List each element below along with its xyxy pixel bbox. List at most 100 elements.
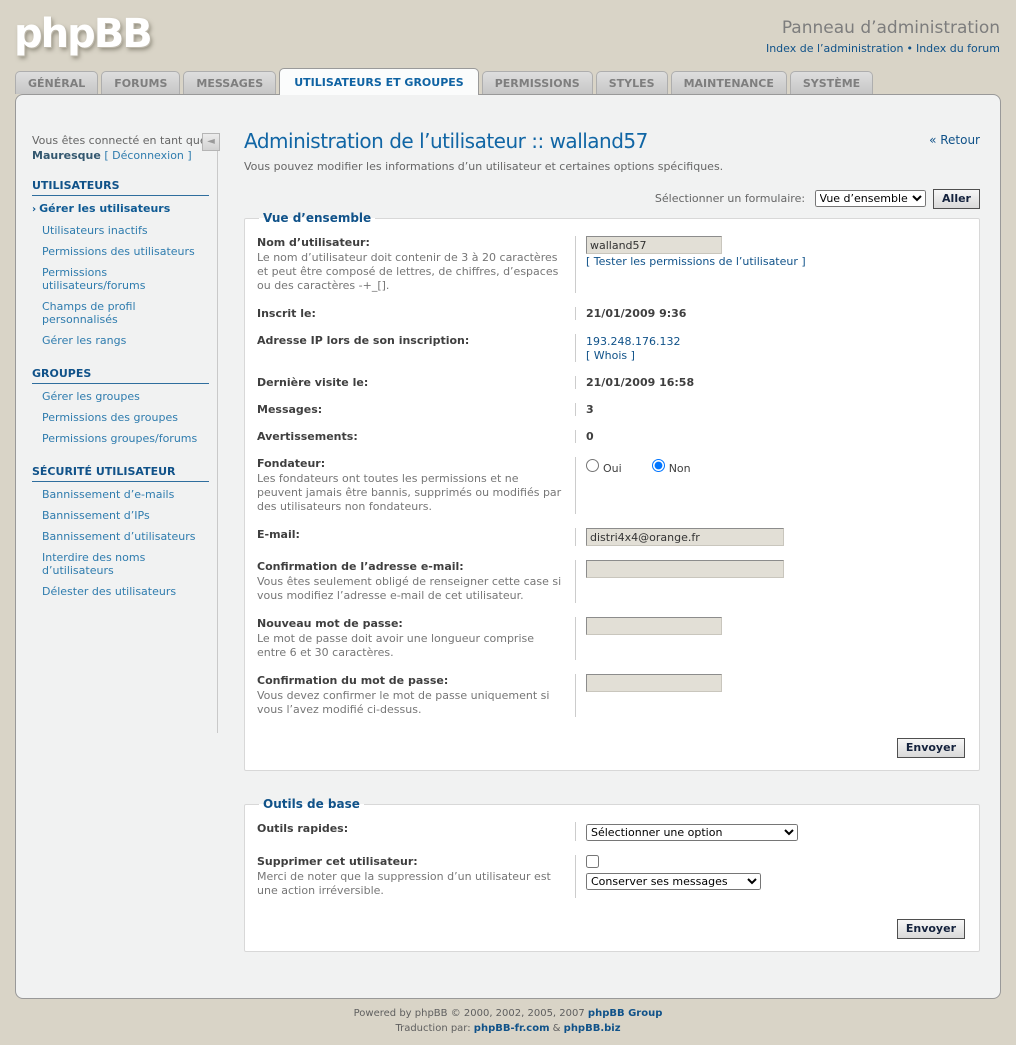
sidebar-item-ban-users[interactable]: Bannissement d’utilisateurs (32, 526, 209, 547)
section-title-user-security: SÉCURITÉ UTILISATEUR (32, 465, 209, 482)
sidebar-item-manage-users[interactable]: ›Gérer les utilisateurs (32, 198, 209, 220)
row-last-visit: Dernière visite le: 21/01/2009 16:58 (257, 369, 967, 396)
row-registered: Inscrit le: 21/01/2009 9:36 (257, 300, 967, 327)
basic-tools-legend: Outils de base (259, 797, 364, 811)
form-selector-label: Sélectionner un formulaire: (655, 192, 805, 205)
admin-panel-title: Panneau d’administration (766, 18, 1000, 38)
founder-yes-label[interactable]: Oui (603, 462, 622, 475)
translation-separator: & (550, 1023, 564, 1034)
row-username: Nom d’utilisateur: Le nom d’utilisateur … (257, 229, 967, 300)
phpbb-biz-link[interactable]: phpBB.biz (564, 1023, 621, 1034)
row-email: E-mail: (257, 521, 967, 553)
quick-tools-label: Outils rapides: (257, 822, 565, 835)
test-permissions-link[interactable]: [ Tester les permissions de l’utilisateu… (586, 255, 806, 268)
row-email-confirm: Confirmation de l’adresse e-mail: Vous ê… (257, 553, 967, 610)
copyright-text: Powered by phpBB © 2000, 2002, 2005, 200… (354, 1008, 588, 1019)
sidebar-item-group-permissions[interactable]: Permissions des groupes (32, 407, 209, 428)
admin-index-link[interactable]: Index de l’administration (766, 42, 903, 55)
username-label: Nom d’utilisateur: (257, 236, 565, 249)
tab-messages[interactable]: MESSAGES (183, 71, 276, 94)
main-panel: ◄ Vous êtes connecté en tant que Mauresq… (15, 94, 1001, 999)
email-confirm-label: Confirmation de l’adresse e-mail: (257, 560, 565, 573)
sidebar-item-prune-users[interactable]: Délester des utilisateurs (32, 581, 209, 602)
sidebar-section-groups: GROUPES Gérer les groupes Permissions de… (32, 367, 209, 449)
founder-help: Les fondateurs ont toutes les permission… (257, 472, 565, 514)
quick-tools-dropdown[interactable]: Sélectionner une option (586, 824, 798, 841)
founder-no-radio[interactable] (652, 459, 665, 472)
password-confirm-field[interactable] (586, 674, 722, 692)
warnings-label: Avertissements: (257, 430, 565, 443)
username-field[interactable] (586, 236, 722, 254)
last-visit-label: Dernière visite le: (257, 376, 565, 389)
section-title-groups: GROUPES (32, 367, 209, 384)
phpbb-fr-link[interactable]: phpBB-fr.com (474, 1023, 550, 1034)
email-label: E-mail: (257, 528, 565, 541)
sidebar-item-user-forum-permissions[interactable]: Permissions utilisateurs/forums (32, 262, 209, 296)
row-founder: Fondateur: Les fondateurs ont toutes les… (257, 450, 967, 521)
sidebar-item-group-forum-permissions[interactable]: Permissions groupes/forums (32, 428, 209, 449)
logout-link[interactable]: [ Déconnexion ] (104, 149, 191, 162)
tab-general[interactable]: GÉNÉRAL (15, 71, 98, 94)
sidebar-collapse-button[interactable]: ◄ (202, 133, 220, 151)
tab-permissions[interactable]: PERMISSIONS (482, 71, 593, 94)
sidebar-item-user-permissions[interactable]: Permissions des utilisateurs (32, 241, 209, 262)
delete-user-checkbox[interactable] (586, 855, 599, 868)
sidebar-item-manage-groups[interactable]: Gérer les groupes (32, 386, 209, 407)
founder-yes-radio[interactable] (586, 459, 599, 472)
logged-in-text: Vous êtes connecté en tant que (32, 134, 207, 147)
password-confirm-label: Confirmation du mot de passe: (257, 674, 565, 687)
row-new-password: Nouveau mot de passe: Le mot de passe do… (257, 610, 967, 667)
row-ip: Adresse IP lors de son inscription: 193.… (257, 327, 967, 369)
email-confirm-field[interactable] (586, 560, 784, 578)
sidebar-item-inactive-users[interactable]: Utilisateurs inactifs (32, 220, 209, 241)
tab-maintenance[interactable]: MAINTENANCE (671, 71, 787, 94)
header-links: Index de l’administration•Index du forum (766, 42, 1000, 55)
sidebar-item-custom-profile-fields[interactable]: Champs de profil personnalisés (32, 296, 209, 330)
row-password-confirm: Confirmation du mot de passe: Vous devez… (257, 667, 967, 724)
form-selector-row: Sélectionner un formulaire: Vue d’ensemb… (244, 189, 980, 209)
sidebar: ◄ Vous êtes connecté en tant que Mauresq… (16, 95, 228, 998)
delete-mode-dropdown[interactable]: Conserver ses messages (586, 873, 761, 890)
whois-link[interactable]: [ Whois ] (586, 349, 967, 362)
go-button[interactable]: Aller (933, 189, 980, 209)
tab-bar: GÉNÉRAL FORUMS MESSAGES UTILISATEURS ET … (10, 68, 1000, 94)
overview-submit-button[interactable]: Envoyer (897, 738, 965, 758)
sidebar-item-manage-ranks[interactable]: Gérer les rangs (32, 330, 209, 351)
tab-styles[interactable]: STYLES (596, 71, 668, 94)
phpbb-logo[interactable]: phpBB (10, 6, 151, 62)
founder-label: Fondateur: (257, 457, 565, 470)
row-warnings: Avertissements: 0 (257, 423, 967, 450)
new-password-field[interactable] (586, 617, 722, 635)
translation-text: Traduction par: (395, 1023, 473, 1034)
warnings-value: 0 (586, 430, 594, 443)
phpbb-group-link[interactable]: phpBB Group (588, 1008, 662, 1019)
form-selector-dropdown[interactable]: Vue d’ensemble (815, 190, 926, 207)
sidebar-item-disallow-usernames[interactable]: Interdire des noms d’utilisateurs (32, 547, 209, 581)
logged-in-status: Vous êtes connecté en tant que Mauresque… (32, 133, 209, 163)
tab-system[interactable]: SYSTÈME (790, 71, 873, 94)
sidebar-section-users: UTILISATEURS ›Gérer les utilisateurs Uti… (32, 179, 209, 351)
founder-no-label[interactable]: Non (669, 462, 691, 475)
page-subtitle: Vous pouvez modifier les informations d’… (244, 160, 980, 173)
content-area: Administration de l’utilisateur :: walla… (228, 95, 1000, 998)
links-separator: • (906, 42, 913, 55)
messages-value: 3 (586, 403, 594, 416)
email-field[interactable] (586, 528, 784, 546)
tab-users-groups[interactable]: UTILISATEURS ET GROUPES (279, 68, 479, 95)
overview-fieldset: Vue d’ensemble Nom d’utilisateur: Le nom… (244, 211, 980, 771)
forum-index-link[interactable]: Index du forum (916, 42, 1000, 55)
email-confirm-help: Vous êtes seulement obligé de renseigner… (257, 575, 565, 603)
ip-address-link[interactable]: 193.248.176.132 (586, 335, 967, 348)
page-header: phpBB Panneau d’administration Index de … (0, 0, 1016, 94)
last-visit-value: 21/01/2009 16:58 (586, 376, 694, 389)
page-title: Administration de l’utilisateur :: walla… (244, 129, 980, 153)
delete-user-help: Merci de noter que la suppression d’un u… (257, 870, 565, 898)
row-delete-user: Supprimer cet utilisateur: Merci de note… (257, 848, 967, 905)
sidebar-item-ban-ips[interactable]: Bannissement d’IPs (32, 505, 209, 526)
username-help: Le nom d’utilisateur doit contenir de 3 … (257, 251, 565, 293)
tab-forums[interactable]: FORUMS (101, 71, 180, 94)
sidebar-item-ban-emails[interactable]: Bannissement d’e-mails (32, 484, 209, 505)
back-link[interactable]: « Retour (929, 133, 980, 147)
tools-submit-button[interactable]: Envoyer (897, 919, 965, 939)
password-confirm-help: Vous devez confirmer le mot de passe uni… (257, 689, 565, 717)
